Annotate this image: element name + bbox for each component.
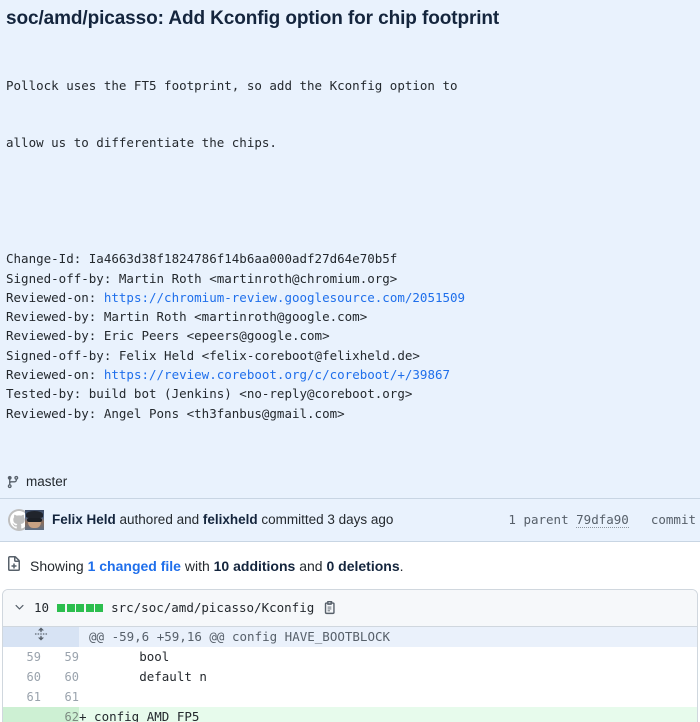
trailer-prefix: Reviewed-on: (6, 367, 104, 382)
commit-message: Pollock uses the FT5 footprint, so add t… (0, 37, 700, 468)
committer-name[interactable]: felixheld (203, 512, 258, 527)
parent-label: 1 parent (508, 512, 568, 527)
showing-row: Showing 1 changed file with 10 additions… (0, 542, 700, 589)
trailer-link[interactable]: https://chromium-review.googlesource.com… (104, 290, 465, 305)
parent-sha[interactable]: 79dfa90 (576, 512, 629, 528)
showing-conj: and (295, 558, 326, 574)
commit-trailer: Reviewed-by: Angel Pons <th3fanbus@gmail… (6, 404, 692, 423)
diff-hunk-header-row: @@ -59,6 +59,16 @@ config HAVE_BOOTBLOCK (3, 627, 698, 647)
diffstat-block (67, 604, 75, 612)
showing-suffix: . (400, 558, 404, 574)
file-diff-box: 10 src/soc/amd/picasso/Kconfig (2, 589, 698, 722)
commit-trailer: Signed-off-by: Martin Roth <martinroth@c… (6, 269, 692, 288)
commit-trailer: Change-Id: Ia4663d38f1824786f14b6aa000ad… (6, 249, 692, 268)
diff-line-context: 6060 default n (3, 667, 698, 687)
commit-message-line: Pollock uses the FT5 footprint, so add t… (6, 76, 692, 95)
trailer-prefix: Reviewed-on: (6, 290, 104, 305)
commit-trailer: Reviewed-by: Eric Peers <epeers@google.c… (6, 326, 692, 345)
commit-trailer: Reviewed-on: https://review.coreboot.org… (6, 365, 692, 384)
user-avatar[interactable] (25, 510, 44, 530)
avatar-group (8, 509, 46, 531)
commit-message-line: allow us to differentiate the chips. (6, 133, 692, 152)
commit-meta: 1 parent 79dfa90 commit (508, 512, 696, 527)
showing-prefix: Showing (30, 558, 88, 574)
commit-trailer: Reviewed-on: https://chromium-review.goo… (6, 288, 692, 307)
branch-name[interactable]: master (26, 474, 67, 489)
commit-trailer: Reviewed-by: Martin Roth <martinroth@goo… (6, 307, 692, 326)
file-change-count: 10 (34, 600, 49, 615)
expand-hunk-button[interactable] (3, 627, 79, 647)
commit-time: committed 3 days ago (258, 512, 394, 527)
diff-code-line: + config AMD_FP5 (79, 707, 698, 722)
diffstat-block (76, 604, 84, 612)
git-branch-icon (6, 474, 20, 490)
diff-new-line-number[interactable]: 62 (41, 707, 79, 722)
file-path[interactable]: src/soc/amd/picasso/Kconfig (111, 600, 314, 615)
chevron-down-icon[interactable] (13, 600, 26, 615)
commit-message-blank (6, 191, 692, 210)
diff-new-line-number[interactable]: 61 (41, 687, 79, 707)
diffstat-block (57, 604, 65, 612)
diff-code-line (79, 687, 698, 707)
parent-info: 1 parent 79dfa90 (508, 512, 628, 527)
diff-hunk-header: @@ -59,6 +59,16 @@ config HAVE_BOOTBLOCK (79, 627, 698, 647)
showing-middle: with (181, 558, 214, 574)
author-middle: authored and (116, 512, 203, 527)
commit-trailer: Signed-off-by: Felix Held <felix-coreboo… (6, 346, 692, 365)
diff-code-line: bool (79, 647, 698, 667)
commit-header: soc/amd/picasso: Add Kconfig option for … (0, 0, 700, 542)
commit-title: soc/amd/picasso: Add Kconfig option for … (0, 0, 700, 37)
diff-line-context: 6161 (3, 687, 698, 707)
diff-code-line: default n (79, 667, 698, 687)
diffstat-block (86, 604, 94, 612)
commit-trailer: Tested-by: build bot (Jenkins) <no-reply… (6, 384, 692, 403)
file-diff-icon (6, 556, 22, 577)
diff-old-line-number[interactable] (3, 707, 41, 722)
commit-label: commit (651, 512, 696, 527)
file-header: 10 src/soc/amd/picasso/Kconfig (3, 590, 697, 627)
author-line: Felix Held authored and felixheld commit… (52, 512, 393, 527)
showing-summary: Showing 1 changed file with 10 additions… (30, 558, 404, 574)
diffstat-blocks (57, 604, 103, 612)
diff-new-line-number[interactable]: 59 (41, 647, 79, 667)
diff-line-context: 5959 bool (3, 647, 698, 667)
diff-old-line-number[interactable]: 61 (3, 687, 41, 707)
branch-row: master (0, 468, 700, 498)
diff-new-line-number[interactable]: 60 (41, 667, 79, 687)
trailer-link[interactable]: https://review.coreboot.org/c/coreboot/+… (104, 367, 450, 382)
commit-author-row: Felix Held authored and felixheld commit… (0, 498, 700, 541)
copy-path-icon[interactable] (322, 600, 337, 615)
diffstat-block (95, 604, 103, 612)
expand-hunk-icon (34, 627, 48, 641)
commit-page: soc/amd/picasso: Add Kconfig option for … (0, 0, 700, 722)
diff-old-line-number[interactable]: 59 (3, 647, 41, 667)
diff-old-line-number[interactable]: 60 (3, 667, 41, 687)
commit-trailers: Change-Id: Ia4663d38f1824786f14b6aa000ad… (6, 249, 692, 423)
deletions-count: 0 deletions (326, 558, 399, 574)
additions-count: 10 additions (214, 558, 296, 574)
changed-files-link[interactable]: 1 changed file (88, 558, 181, 574)
diff-line-added: 62+ config AMD_FP5 (3, 707, 698, 722)
diff-table: @@ -59,6 +59,16 @@ config HAVE_BOOTBLOCK… (3, 627, 698, 722)
author-name[interactable]: Felix Held (52, 512, 116, 527)
